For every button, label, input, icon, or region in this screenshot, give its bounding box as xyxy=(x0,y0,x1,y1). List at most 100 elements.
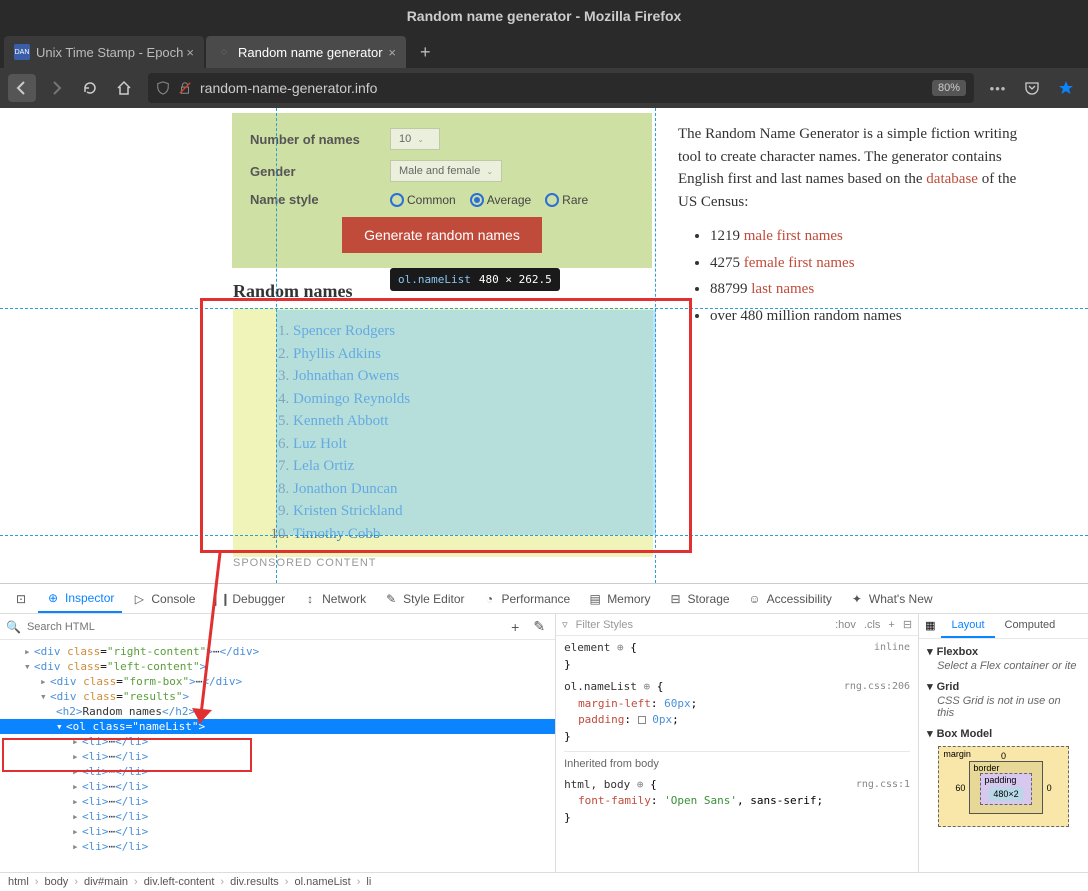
results-heading: Random names xyxy=(233,281,353,302)
tab-label: Random name generator xyxy=(238,45,383,60)
radio-common[interactable]: Common xyxy=(390,193,456,207)
html-panel: 🔍 + ✎ ▸<div class="right-content">⋯</div… xyxy=(0,614,556,872)
gender-label: Gender xyxy=(250,164,390,179)
stat-male: 1219 male first names xyxy=(710,225,1038,248)
devtools-dock-button[interactable]: ⊡ xyxy=(6,586,36,612)
devtools-panel: ⊡ ⊕Inspector ▷Console ❙❙Debugger ↕Networ… xyxy=(0,583,1088,891)
window-titlebar: Random name generator - Mozilla Firefox xyxy=(0,0,1088,32)
close-icon[interactable]: × xyxy=(186,45,194,60)
name-list: Spencer Rodgers Phyllis Adkins Johnathan… xyxy=(233,320,653,545)
breadcrumb[interactable]: html› body› div#main› div.left-content› … xyxy=(0,872,1088,891)
print-icon[interactable]: ⊟ xyxy=(903,618,912,631)
tab-debugger[interactable]: ❙❙Debugger xyxy=(205,586,293,612)
list-item: Kristen Strickland xyxy=(293,500,653,523)
list-item: Timothy Cobb xyxy=(293,523,653,546)
tracking-shield-icon[interactable] xyxy=(156,81,170,95)
window-title: Random name generator - Mozilla Firefox xyxy=(407,8,682,24)
tab-console[interactable]: ▷Console xyxy=(124,586,203,612)
eyedropper-icon[interactable]: ✎ xyxy=(529,618,549,635)
accessibility-icon: ☺ xyxy=(748,592,762,606)
number-select[interactable]: 10⌄ xyxy=(390,128,440,150)
generate-button[interactable]: Generate random names xyxy=(342,217,542,253)
gift-icon: ✦ xyxy=(850,592,864,606)
layout-tab[interactable]: Layout xyxy=(941,614,994,638)
gender-select[interactable]: Male and female⌄ xyxy=(390,160,502,182)
html-search-bar: 🔍 + ✎ xyxy=(0,614,555,640)
tab-inspector[interactable]: ⊕Inspector xyxy=(38,585,122,613)
styles-panel: ▿ Filter Styles :hov .cls + ⊟ inlineelem… xyxy=(556,614,919,872)
female-names-link[interactable]: female first names xyxy=(744,255,855,271)
debugger-icon: ❙❙ xyxy=(213,592,227,606)
style-icon: ✎ xyxy=(384,592,398,606)
search-icon: 🔍 xyxy=(6,620,21,634)
filter-styles-input[interactable]: Filter Styles xyxy=(576,619,828,631)
dom-tree[interactable]: ▸<div class="right-content">⋯</div> ▾<di… xyxy=(0,640,555,872)
tab-random-name-generator[interactable]: ◌ Random name generator × xyxy=(206,36,406,68)
console-icon: ▷ xyxy=(132,592,146,606)
performance-icon: ◔ xyxy=(482,592,496,606)
tab-performance[interactable]: ◔Performance xyxy=(474,586,578,612)
inspector-icon: ⊕ xyxy=(46,591,60,605)
layout-panel: ▦ Layout Computed ▾Flexbox Select a Flex… xyxy=(919,614,1088,872)
tab-unix-timestamp[interactable]: DAN Unix Time Stamp - Epoch × xyxy=(4,36,204,68)
pocket-icon[interactable] xyxy=(1018,74,1046,102)
browser-navbar: random-name-generator.info 80% ••• xyxy=(0,68,1088,108)
new-tab-button[interactable]: + xyxy=(408,36,443,68)
home-button[interactable] xyxy=(110,74,138,102)
sidebar-description: The Random Name Generator is a simple fi… xyxy=(678,123,1038,331)
page-actions-icon[interactable]: ••• xyxy=(984,74,1012,102)
zoom-indicator[interactable]: 80% xyxy=(932,80,966,96)
close-icon[interactable]: × xyxy=(388,45,396,60)
network-icon: ↕ xyxy=(303,592,317,606)
last-names-link[interactable]: last names xyxy=(751,281,814,297)
waffle-icon[interactable]: ▦ xyxy=(919,614,941,638)
list-item: Johnathan Owens xyxy=(293,365,653,388)
tab-network[interactable]: ↕Network xyxy=(295,586,374,612)
insecure-lock-icon[interactable] xyxy=(178,81,192,95)
computed-tab[interactable]: Computed xyxy=(995,614,1066,638)
tab-storage[interactable]: ⊟Storage xyxy=(661,586,738,612)
database-link[interactable]: database xyxy=(926,171,978,187)
back-button[interactable] xyxy=(8,74,36,102)
style-label: Name style xyxy=(250,192,390,207)
hov-toggle[interactable]: :hov xyxy=(835,619,856,631)
devtools-tabs: ⊡ ⊕Inspector ▷Console ❙❙Debugger ↕Networ… xyxy=(0,584,1088,614)
list-item: Lela Ortiz xyxy=(293,455,653,478)
tab-accessibility[interactable]: ☺Accessibility xyxy=(740,586,840,612)
male-names-link[interactable]: male first names xyxy=(744,228,843,244)
list-item: Jonathon Duncan xyxy=(293,478,653,501)
add-node-button[interactable]: + xyxy=(507,619,523,635)
tab-memory[interactable]: ▤Memory xyxy=(580,586,658,612)
forward-button[interactable] xyxy=(42,74,70,102)
url-bar[interactable]: random-name-generator.info 80% xyxy=(148,73,974,103)
list-item: Phyllis Adkins xyxy=(293,343,653,366)
cls-toggle[interactable]: .cls xyxy=(864,619,881,631)
chevron-down-icon: ⌄ xyxy=(417,135,424,144)
browser-tabstrip: DAN Unix Time Stamp - Epoch × ◌ Random n… xyxy=(0,32,1088,68)
radio-rare[interactable]: Rare xyxy=(545,193,588,207)
number-label: Number of names xyxy=(250,132,390,147)
storage-icon: ⊟ xyxy=(669,592,683,606)
funnel-icon: ▿ xyxy=(562,618,568,631)
search-input[interactable] xyxy=(27,621,501,633)
results-box: Spencer Rodgers Phyllis Adkins Johnathan… xyxy=(233,308,653,557)
reload-button[interactable] xyxy=(76,74,104,102)
list-item: Kenneth Abbott xyxy=(293,410,653,433)
generator-form: Number of names 10⌄ Gender Male and fema… xyxy=(232,113,652,268)
url-text: random-name-generator.info xyxy=(200,80,928,96)
tab-label: Unix Time Stamp - Epoch xyxy=(36,45,183,60)
stat-last: 88799 last names xyxy=(710,278,1038,301)
radio-average[interactable]: Average xyxy=(470,193,531,207)
chevron-down-icon: ⌄ xyxy=(486,167,493,176)
page-content: Number of names 10⌄ Gender Male and fema… xyxy=(0,108,1088,583)
styles-rules[interactable]: inlineelement ⊕ { } rng.css:206ol.nameLi… xyxy=(556,636,918,872)
list-item: Domingo Reynolds xyxy=(293,388,653,411)
memory-icon: ▤ xyxy=(588,592,602,606)
tab-whats-new[interactable]: ✦What's New xyxy=(842,586,941,612)
tab-style-editor[interactable]: ✎Style Editor xyxy=(376,586,472,612)
favicon-icon: DAN xyxy=(14,44,30,60)
bookmark-star-icon[interactable] xyxy=(1052,74,1080,102)
new-rule-button[interactable]: + xyxy=(888,619,894,631)
sponsored-label: SPONSORED CONTENT xyxy=(233,557,377,569)
list-item: Spencer Rodgers xyxy=(293,320,653,343)
